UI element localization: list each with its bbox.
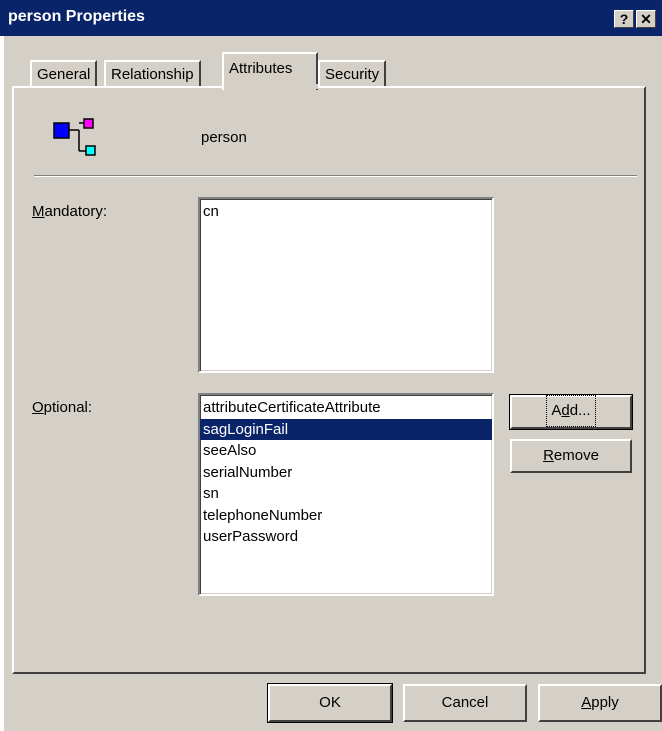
remove-button-label: Remove — [540, 441, 602, 471]
apply-button[interactable]: Apply — [538, 684, 662, 722]
add-button[interactable]: Add... — [509, 394, 633, 430]
tab-general-label: General — [37, 66, 91, 83]
close-button[interactable]: ✕ — [636, 10, 656, 28]
cancel-button[interactable]: Cancel — [403, 684, 527, 722]
add-button-label: Add... — [546, 395, 596, 427]
window-edge — [0, 36, 4, 731]
add-label-accel: d — [561, 402, 570, 419]
list-item[interactable]: serialNumber — [200, 462, 492, 484]
remove-button[interactable]: Remove — [510, 439, 632, 473]
list-item[interactable]: seeAlso — [200, 440, 492, 462]
apply-label-rest: pply — [591, 694, 619, 711]
optional-label-text: ptional: — [43, 399, 93, 416]
apply-button-label: Apply — [581, 694, 619, 711]
ok-button-label: OK — [319, 694, 341, 711]
list-item[interactable]: sn — [200, 483, 492, 505]
close-icon: ✕ — [640, 11, 652, 27]
tab-relationship[interactable]: Relationship — [104, 60, 201, 86]
active-tab-join — [224, 84, 318, 89]
tab-general[interactable]: General — [30, 60, 98, 86]
tab-security-label: Security — [325, 66, 380, 83]
class-schema-icon — [53, 118, 96, 156]
list-item[interactable]: userPassword — [200, 526, 492, 548]
tab-security[interactable]: Security — [318, 60, 387, 86]
title-bar[interactable]: person Properties ? ✕ — [0, 0, 662, 36]
apply-label-accel: A — [581, 694, 592, 711]
window-title: person Properties — [8, 8, 145, 25]
help-icon: ? — [619, 11, 629, 27]
list-item[interactable]: cn — [200, 201, 492, 223]
add-label-rest: d... — [569, 402, 591, 419]
optional-label-accel: O — [32, 399, 44, 416]
mandatory-label-accel: M — [32, 203, 45, 220]
add-label-a: A — [551, 402, 562, 419]
class-name: person — [201, 129, 247, 146]
list-item[interactable]: telephoneNumber — [200, 505, 492, 527]
list-item[interactable]: attributeCertificateAttribute — [200, 397, 492, 419]
optional-label: Optional: — [32, 399, 92, 416]
tab-attributes-label: Attributes — [229, 60, 293, 77]
remove-label-accel: R — [543, 447, 554, 464]
separator — [34, 175, 637, 177]
remove-label-rest: emove — [553, 447, 599, 464]
mandatory-label: Mandatory: — [32, 203, 107, 220]
list-item-selected[interactable]: sagLoginFail — [200, 418, 492, 440]
optional-list[interactable]: attributeCertificateAttribute sagLoginFa… — [198, 393, 494, 596]
ok-button[interactable]: OK — [267, 683, 393, 723]
mandatory-list[interactable]: cn — [198, 197, 494, 373]
tab-relationship-label: Relationship — [111, 66, 194, 83]
cancel-button-label: Cancel — [441, 694, 489, 711]
help-button[interactable]: ? — [614, 10, 634, 28]
mandatory-label-text: andatory: — [44, 203, 108, 220]
